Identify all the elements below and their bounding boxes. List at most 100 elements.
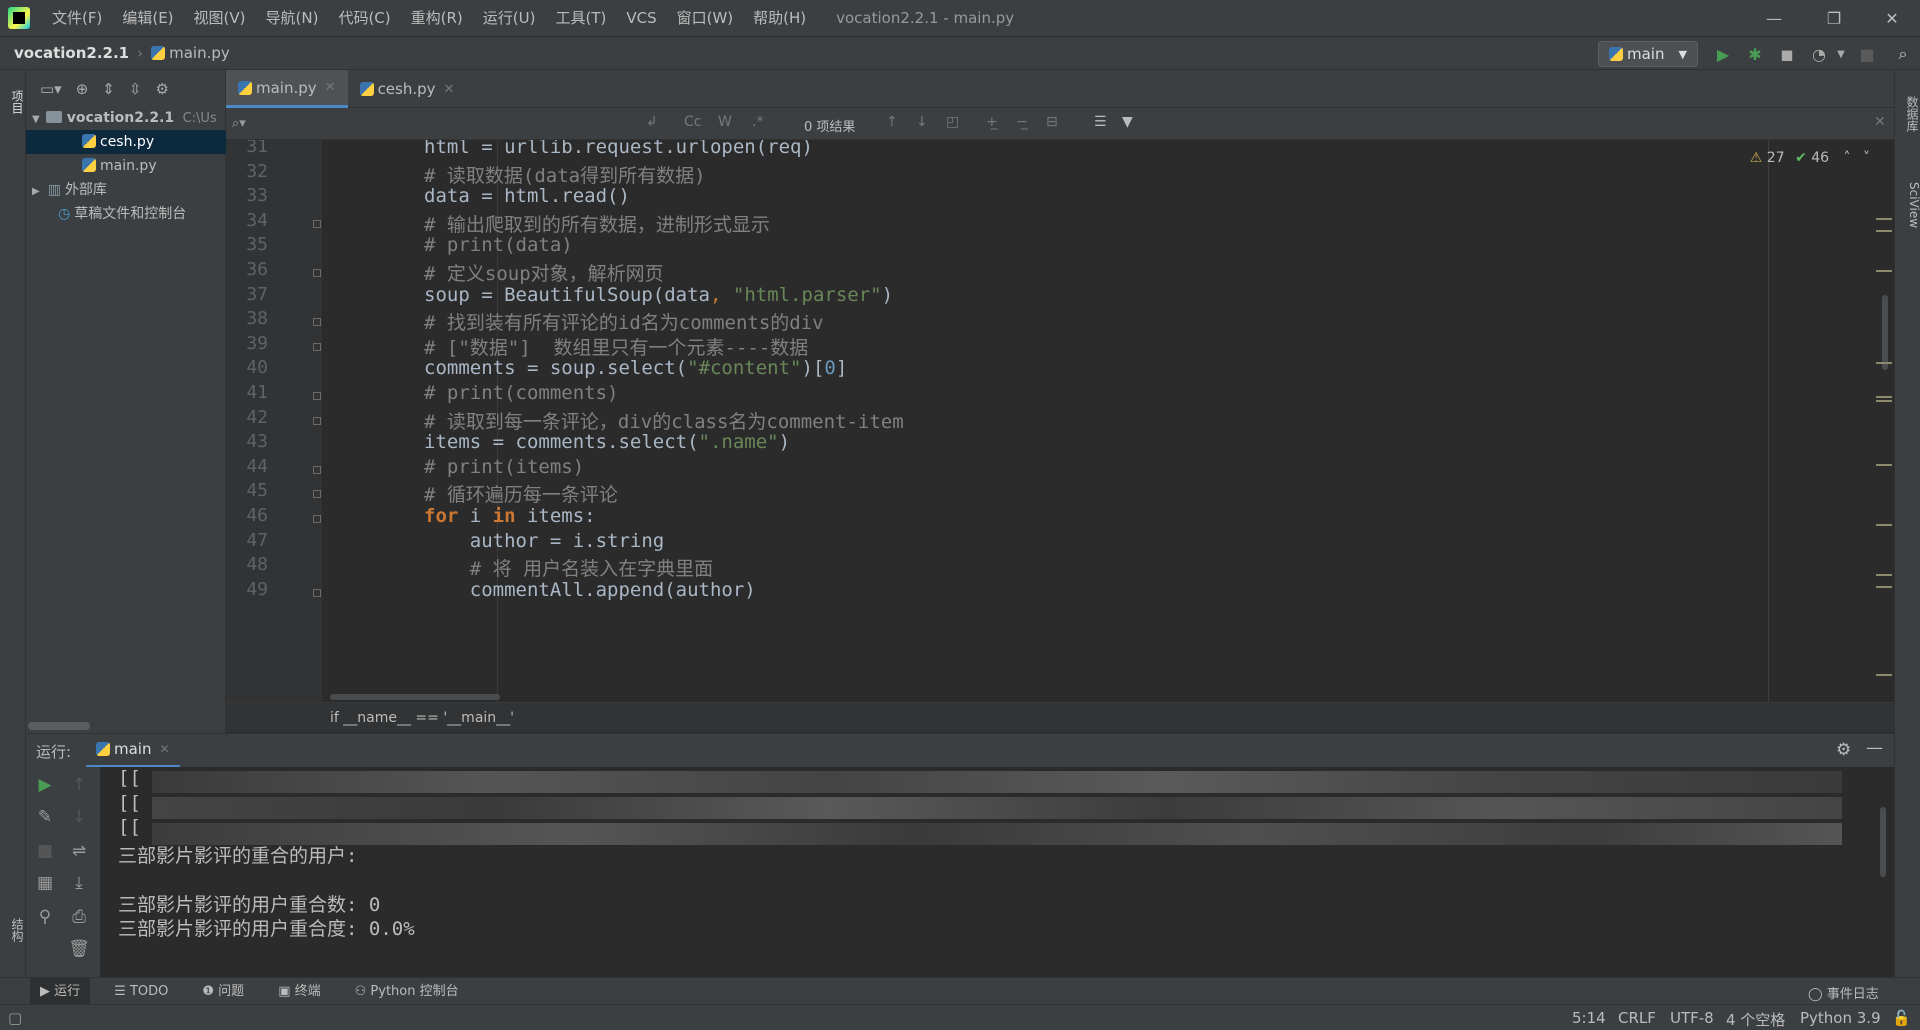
code-line[interactable]: items = comments.select(".name") — [424, 431, 790, 453]
code-line[interactable]: # print(data) — [424, 234, 573, 256]
search-icon[interactable]: ⌕▾ — [232, 116, 246, 131]
error-stripe-mark[interactable] — [1876, 586, 1892, 588]
scroll-up-icon[interactable]: ↑ — [68, 775, 90, 795]
indent-setting[interactable]: 4 个空格 — [1726, 1009, 1785, 1030]
code-line[interactable]: comments = soup.select("#content")[0] — [424, 357, 847, 379]
search-icon[interactable]: ⌕ — [1892, 43, 1914, 65]
code-line[interactable]: # ["数据"] 数组里只有一个元素----数据 — [424, 333, 808, 360]
pin-icon[interactable]: ⚲ — [34, 907, 56, 927]
close-find-icon[interactable]: ✕ — [1874, 114, 1886, 130]
arrow-up-icon[interactable]: ↑ — [886, 114, 898, 130]
tree-root[interactable]: ▼ vocation2.2.1 C:\Us — [26, 106, 226, 130]
error-stripe-mark[interactable] — [1876, 400, 1892, 402]
fold-marker-icon[interactable] — [313, 490, 321, 499]
code-line[interactable]: # 读取数据(data得到所有数据) — [424, 161, 706, 188]
chevron-down-icon[interactable]: ˅ — [1863, 150, 1870, 166]
collapse-all-icon[interactable]: ⇳ — [129, 80, 142, 98]
database-tool-label[interactable]: 数据库 — [1895, 84, 1920, 144]
fold-marker-icon[interactable] — [313, 269, 321, 277]
error-stripe-mark[interactable] — [1876, 674, 1892, 676]
horizontal-scrollbar[interactable] — [28, 722, 90, 730]
select-all-occurrences-icon[interactable]: ◰ — [946, 114, 959, 130]
code-line[interactable]: author = i.string — [424, 530, 664, 552]
fold-marker-icon[interactable] — [313, 515, 321, 523]
menu-file[interactable]: 文件(F) — [42, 0, 112, 36]
code-line[interactable]: for i in items: — [424, 505, 596, 527]
arrow-down-icon[interactable]: ↓ — [916, 114, 928, 130]
chevron-down-icon[interactable]: ▼ — [32, 114, 40, 125]
vertical-scrollbar[interactable] — [1882, 295, 1888, 370]
code-line[interactable]: commentAll.append(author) — [424, 579, 756, 601]
file-encoding[interactable]: UTF-8 — [1670, 1009, 1714, 1027]
console-scrollbar[interactable] — [1880, 807, 1886, 877]
tool-terminal-button[interactable]: ▣ 终端 — [268, 978, 330, 1005]
profile-icon[interactable]: ◔ — [1808, 43, 1830, 65]
stop-icon[interactable]: ■ — [34, 841, 56, 861]
code-line[interactable]: # 输出爬取到的所有数据，进制形式显示 — [424, 210, 770, 237]
stop-icon[interactable]: ■ — [1856, 43, 1878, 65]
menu-code[interactable]: 代码(C) — [328, 0, 400, 36]
line-separator[interactable]: CRLF — [1618, 1009, 1656, 1027]
error-stripe-mark[interactable] — [1876, 524, 1892, 526]
error-stripe-mark[interactable] — [1876, 574, 1892, 576]
fold-marker-icon[interactable] — [313, 416, 321, 425]
run-console[interactable]: [[[[[[三部影片影评的重合的用户: 三部影片影评的用户重合数: 0 三部影片影评… — [100, 767, 1894, 977]
code-line[interactable]: data = html.read() — [424, 185, 630, 207]
expand-all-icon[interactable]: ⇕ — [102, 80, 115, 98]
structure-tool-label[interactable]: 结构 — [0, 910, 26, 950]
code-breadcrumb[interactable]: if __name__ == '__main__' — [226, 702, 1894, 732]
fold-marker-icon[interactable] — [313, 465, 321, 474]
regex-toggle[interactable]: .* — [752, 114, 763, 130]
error-stripe-mark[interactable] — [1876, 362, 1892, 364]
run-tab-main[interactable]: main ✕ — [86, 734, 180, 768]
code-line[interactable]: html = urllib.request.urlopen(req) — [424, 140, 813, 158]
whole-words-toggle[interactable]: W — [718, 114, 732, 130]
more-run-options-icon[interactable]: ▼ — [1830, 43, 1852, 65]
locate-icon[interactable]: ⊕ — [76, 80, 89, 98]
gear-icon[interactable]: ⚙ — [1836, 740, 1851, 760]
add-occurrence-icon[interactable]: +̲ — [986, 114, 998, 130]
tool-todo-button[interactable]: ☰ TODO — [104, 978, 178, 1005]
match-case-toggle[interactable]: Cc — [684, 114, 701, 130]
chevron-up-icon[interactable]: ˄ — [1844, 150, 1851, 166]
layout-icon[interactable]: ▦ — [34, 873, 56, 893]
error-stripe-mark[interactable] — [1876, 464, 1892, 466]
remove-occurrence-icon[interactable]: −̲ — [1016, 114, 1028, 130]
code-editor[interactable]: 31 32 33 34 35 36 37 38 39 40 41 42 43 44 45 46 47 48 49 h… — [226, 140, 1894, 702]
error-stripe-mark[interactable] — [1876, 218, 1892, 220]
error-stripe-mark[interactable] — [1876, 396, 1892, 398]
tool-run-button[interactable]: ▶ 运行 — [30, 977, 91, 1005]
fold-marker-icon[interactable] — [313, 342, 321, 351]
project-view-select-icon[interactable]: ▭▾ — [40, 80, 62, 98]
error-stripe-mark[interactable] — [1876, 230, 1892, 232]
restore-icon[interactable]: ❐ — [1806, 0, 1862, 36]
sciview-tool-label[interactable]: SciView — [1895, 170, 1920, 240]
editor-horizontal-scrollbar[interactable] — [330, 694, 500, 700]
gear-icon[interactable]: ⚙ — [155, 80, 168, 98]
close-tab-icon[interactable]: ✕ — [159, 742, 169, 756]
wrench-icon[interactable]: ✎ — [34, 807, 56, 827]
caret-position[interactable]: 5:14 — [1572, 1009, 1606, 1027]
filter-options-icon[interactable]: ☰ — [1094, 114, 1107, 130]
run-icon[interactable]: ▶ — [1712, 43, 1734, 65]
fold-marker-icon[interactable] — [313, 219, 321, 228]
menu-edit[interactable]: 编辑(E) — [112, 0, 183, 36]
trash-icon[interactable]: 🗑 — [68, 939, 90, 959]
scroll-down-icon[interactable]: ↓ — [68, 807, 90, 827]
close-icon[interactable]: ✕ — [1864, 0, 1920, 36]
python-interpreter[interactable]: Python 3.9 — [1800, 1009, 1881, 1027]
fold-marker-icon[interactable] — [313, 392, 321, 400]
rerun-icon[interactable]: ▶ — [34, 775, 56, 795]
tree-file-cesh[interactable]: cesh.py — [26, 130, 226, 154]
code-line[interactable]: # 循环遍历每一条评论 — [424, 480, 618, 507]
code-line[interactable]: # 定义soup对象，解析网页 — [424, 259, 664, 286]
fold-marker-icon[interactable] — [313, 588, 321, 597]
coverage-icon[interactable]: ◼ — [1776, 43, 1798, 65]
menu-window[interactable]: 窗口(W) — [667, 0, 744, 36]
code-line[interactable]: # 找到装有所有评论的id名为comments的div — [424, 308, 824, 335]
menu-vcs[interactable]: VCS — [616, 0, 666, 36]
code-line[interactable]: # print(items) — [424, 456, 584, 478]
select-all-icon[interactable]: ⊟ — [1046, 114, 1058, 130]
new-line-icon[interactable]: ↲ — [646, 114, 658, 130]
inspection-widget[interactable]: ⚠ 27 ✔ 46 ˄ ˅ — [1750, 150, 1870, 166]
